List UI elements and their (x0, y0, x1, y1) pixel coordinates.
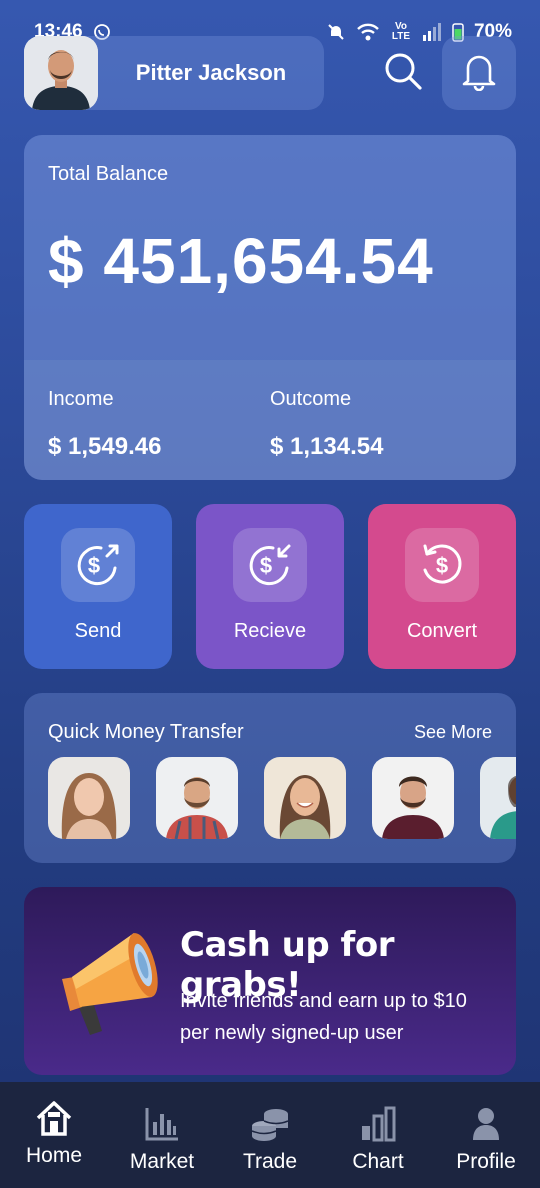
bottom-nav: Home Market Trade Chart Profile (0, 1082, 540, 1188)
nav-chart-label: Chart (352, 1150, 404, 1173)
promo-banner[interactable]: Cash up for grabs! Invite friends and ea… (24, 887, 516, 1075)
nav-market[interactable]: Market (112, 1100, 212, 1174)
notification-button[interactable] (442, 36, 516, 110)
quick-transfer-header: Quick Money Transfer See More (24, 693, 516, 744)
nav-trade-label: Trade (242, 1150, 298, 1173)
svg-text:$: $ (88, 553, 100, 578)
nav-trade[interactable]: Trade (220, 1100, 320, 1174)
receive-money-icon: $ (233, 528, 307, 602)
total-balance-value: $ 451,654.54 (48, 225, 434, 297)
send-money-icon: $ (61, 528, 135, 602)
header: Pitter Jackson (24, 36, 516, 112)
action-buttons: $ Send $ Recieve $ Convert (24, 504, 516, 669)
outcome-block: Outcome $ 1,134.54 (270, 388, 492, 480)
outcome-label: Outcome (270, 388, 352, 410)
nav-home-label: Home (25, 1144, 83, 1167)
profile-pill[interactable]: Pitter Jackson (24, 36, 324, 110)
receive-button[interactable]: $ Recieve (196, 504, 344, 669)
income-block: Income $ 1,549.46 (48, 388, 270, 480)
nav-profile-label: Profile (456, 1150, 516, 1173)
contact-avatar[interactable] (156, 757, 238, 839)
bell-icon (460, 51, 498, 96)
avatar[interactable] (24, 36, 98, 110)
income-outcome-section: Income $ 1,549.46 Outcome $ 1,134.54 (24, 360, 516, 480)
send-button[interactable]: $ Send (24, 504, 172, 669)
promo-text: Invite friends and earn up to $10 per ne… (180, 990, 467, 1044)
quick-transfer-title: Quick Money Transfer (48, 721, 244, 743)
convert-label: Convert (406, 620, 478, 642)
total-balance-section: Total Balance $ 451,654.54 (24, 135, 516, 360)
see-more-link[interactable]: See More (414, 722, 492, 743)
market-chart-icon (144, 1106, 180, 1142)
contact-avatar[interactable] (372, 757, 454, 839)
svg-text:$: $ (260, 553, 272, 578)
contact-avatar[interactable] (480, 757, 516, 839)
total-balance-label: Total Balance (48, 163, 169, 185)
convert-button[interactable]: $ Convert (368, 504, 516, 669)
contact-avatar[interactable] (264, 757, 346, 839)
contact-avatar[interactable] (48, 757, 130, 839)
search-button[interactable] (378, 48, 428, 98)
nav-home[interactable]: Home (4, 1100, 104, 1168)
nav-chart[interactable]: Chart (328, 1100, 428, 1174)
send-label: Send (74, 620, 122, 642)
person-icon (470, 1106, 502, 1142)
home-icon (35, 1100, 73, 1136)
megaphone-icon (48, 923, 170, 1045)
outcome-value: $ 1,134.54 (270, 433, 384, 460)
bar-chart-icon (360, 1106, 396, 1142)
user-name: Pitter Jackson (135, 60, 287, 85)
nav-market-label: Market (129, 1150, 195, 1173)
contact-list (48, 757, 516, 839)
income-value: $ 1,549.46 (48, 433, 162, 460)
quick-transfer-card: Quick Money Transfer See More (24, 693, 516, 863)
svg-text:$: $ (436, 553, 448, 578)
balance-card: Total Balance $ 451,654.54 Income $ 1,54… (24, 135, 516, 480)
search-icon (382, 50, 424, 97)
receive-label: Recieve (233, 620, 307, 642)
convert-money-icon: $ (405, 528, 479, 602)
coins-icon (250, 1106, 290, 1142)
income-label: Income (48, 388, 114, 410)
nav-profile[interactable]: Profile (436, 1100, 536, 1174)
